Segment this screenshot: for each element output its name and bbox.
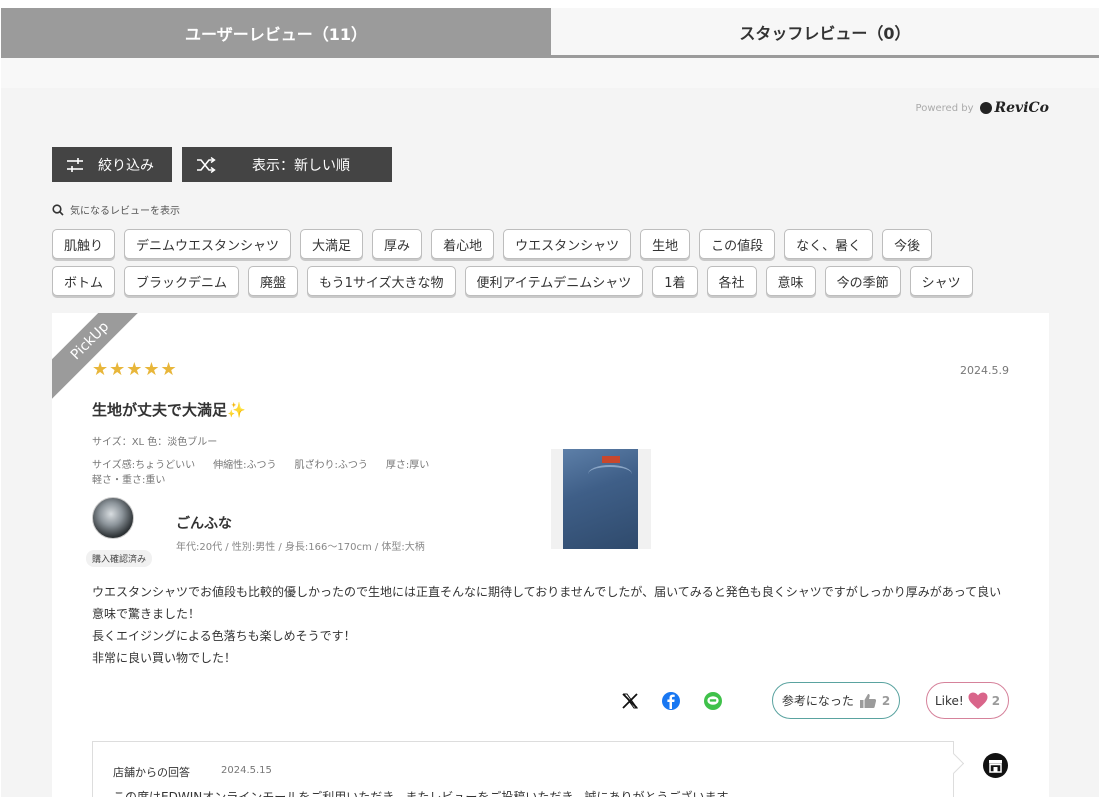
- filter-button[interactable]: 絞り込み: [52, 147, 172, 182]
- tab-user-reviews[interactable]: ユーザーレビュー（11）: [1, 8, 551, 58]
- keyword-tag[interactable]: もう1サイズ大きな物: [307, 266, 456, 296]
- keyword-tag[interactable]: なく、暑く: [784, 229, 874, 259]
- star-rating: ★★★★★: [92, 359, 178, 380]
- review-body-line: 非常に良い買い物でした！: [92, 651, 237, 665]
- review-body-line: 意味で驚きました！: [92, 607, 201, 621]
- keyword-tag[interactable]: 便利アイテムデニムシャツ: [464, 266, 644, 296]
- fit-attribute: 軽さ・重さ:重い: [92, 475, 166, 486]
- keyword-tag[interactable]: デニムウエスタンシャツ: [124, 229, 292, 259]
- reviewer-name: ごんふな: [176, 516, 232, 532]
- keyword-tag[interactable]: ブラックデニム: [124, 266, 240, 296]
- shop-reply-date: 2024.5.15: [221, 765, 272, 776]
- like-label: Like!: [934, 693, 964, 708]
- helpful-count: 2: [881, 693, 891, 708]
- sparkle-icon: ✨: [227, 401, 246, 419]
- sort-button[interactable]: 表示：新しい順: [182, 147, 392, 182]
- keyword-tag[interactable]: 厚み: [372, 229, 423, 259]
- related-review-text: 気になるレビューを表示: [70, 206, 180, 217]
- review-body-line: ウエスタンシャツでお値段も比較的優しかったので生地には正直そんなに期待しておりま…: [92, 585, 1002, 599]
- keyword-tag[interactable]: 肌触り: [52, 229, 116, 259]
- like-count: 2: [991, 693, 1001, 708]
- powered-by-label: Powered by: [915, 102, 974, 114]
- keyword-tag[interactable]: 廃盤: [248, 266, 299, 296]
- revico-logo-icon: [979, 102, 992, 114]
- filter-button-label: 絞り込み: [98, 157, 154, 174]
- keyword-tag[interactable]: 今の季節: [824, 266, 901, 296]
- share-x-button[interactable]: [619, 690, 641, 712]
- review-title-text: 生地が丈夫で大満足: [92, 401, 228, 419]
- fit-attribute: 厚さ:厚い: [385, 460, 430, 471]
- share-line-button[interactable]: [702, 690, 724, 712]
- keyword-tag[interactable]: 大満足: [300, 229, 364, 259]
- shop-icon: [983, 753, 1008, 778]
- revico-brand: ReviCo: [994, 100, 1049, 116]
- share-facebook-button[interactable]: [660, 690, 682, 712]
- powered-by[interactable]: Powered by ReviCo: [916, 100, 1049, 116]
- keyword-tag[interactable]: 意味: [765, 266, 816, 296]
- tab-staff-reviews[interactable]: スタッフレビュー（0）: [551, 8, 1099, 58]
- thumbs-up-icon: [859, 693, 876, 708]
- avatar: [92, 497, 134, 539]
- keyword-tag[interactable]: 着心地: [431, 229, 495, 259]
- keyword-tag[interactable]: 生地: [640, 229, 691, 259]
- like-button[interactable]: Like! 2: [926, 682, 1009, 719]
- fit-attribute: 伸縮性:ふつう: [213, 460, 277, 471]
- line-icon: [704, 692, 722, 710]
- sliders-icon: [67, 157, 83, 172]
- review-date: 2024.5.9: [960, 364, 1009, 377]
- sort-button-label: 表示：新しい順: [252, 157, 350, 174]
- tabs-spacer: [1, 58, 1099, 88]
- tag-row-1: 肌触り デニムウエスタンシャツ 大満足 厚み 着心地 ウエスタンシャツ 生地 この値段 なく、暑…: [52, 229, 1052, 259]
- keyword-tag[interactable]: ボトム: [52, 266, 116, 296]
- verified-purchase-badge: 購入確認済み: [86, 550, 153, 567]
- keyword-tag[interactable]: 1着: [652, 266, 698, 296]
- heart-icon: [968, 692, 988, 709]
- keyword-tags: 肌触り デニムウエスタンシャツ 大満足 厚み 着心地 ウエスタンシャツ 生地 この値段 なく、暑…: [52, 229, 1052, 303]
- keyword-tag[interactable]: 今後: [882, 229, 933, 259]
- helpful-button[interactable]: 参考になった 2: [772, 682, 900, 719]
- x-logo-icon: [622, 693, 638, 709]
- keyword-tag[interactable]: この値段: [699, 229, 776, 259]
- shop-reply-heading: 店舗からの回答: [113, 766, 190, 779]
- helpful-label: 参考になった: [781, 694, 854, 708]
- review-body: ウエスタンシャツでお値段も比較的優しかったので生地には正直そんなに期待しておりま…: [92, 581, 1012, 669]
- keyword-tag[interactable]: シャツ: [909, 266, 973, 296]
- review-tabs: ユーザーレビュー（11） スタッフレビュー（0）: [1, 8, 1099, 58]
- revico-logo: ReviCo: [979, 100, 1049, 116]
- keyword-tag[interactable]: 各社: [706, 266, 757, 296]
- related-review-label: 気になるレビューを表示: [52, 202, 180, 217]
- facebook-icon: [662, 692, 680, 710]
- search-icon: [52, 203, 64, 216]
- shuffle-icon: [197, 156, 216, 173]
- reviewer-profile: 年代:20代 / 性別:男性 / 身長:166〜170cm / 体型:大柄: [176, 542, 425, 553]
- shop-reply: 店舗からの回答 2024.5.15 この度はEDWINオンラインモールをご利用い…: [92, 741, 965, 797]
- review-photo[interactable]: [551, 449, 651, 549]
- shirt-collar: [588, 465, 632, 483]
- size-color-info: サイズ：XL 色：淡色ブルー: [92, 437, 218, 448]
- tag-row-2: ボトム ブラックデニム 廃盤 もう1サイズ大きな物 便利アイテムデニムシャツ 1着 各社 意味…: [52, 266, 1052, 296]
- denim-shirt-image: [563, 449, 638, 549]
- review-panel: Powered by ReviCo 絞り込み 表示：新しい順 気になるレビューを…: [1, 88, 1099, 797]
- shirt-tag: [602, 456, 620, 463]
- review-title: 生地が丈夫で大満足✨: [92, 399, 246, 420]
- review-card: PickUp ★★★★★ 2024.5.9 生地が丈夫で大満足✨ サイズ：XL …: [52, 313, 1049, 797]
- fit-attribute: 肌ざわり:ふつう: [294, 460, 368, 471]
- reply-pointer: [942, 752, 965, 775]
- shop-reply-text: この度はEDWINオンラインモールをご利用いただき、またレビューをご投稿いただき…: [113, 790, 740, 797]
- fit-attributes: サイズ感:ちょうどいい 伸縮性:ふつう 肌ざわり:ふつう 厚さ:厚い軽さ・重さ:重い: [92, 458, 472, 488]
- review-body-line: 長くエイジングによる色落ちも楽しめそうです！: [92, 629, 356, 643]
- keyword-tag[interactable]: ウエスタンシャツ: [503, 229, 632, 259]
- fit-attribute: サイズ感:ちょうどいい: [92, 460, 196, 471]
